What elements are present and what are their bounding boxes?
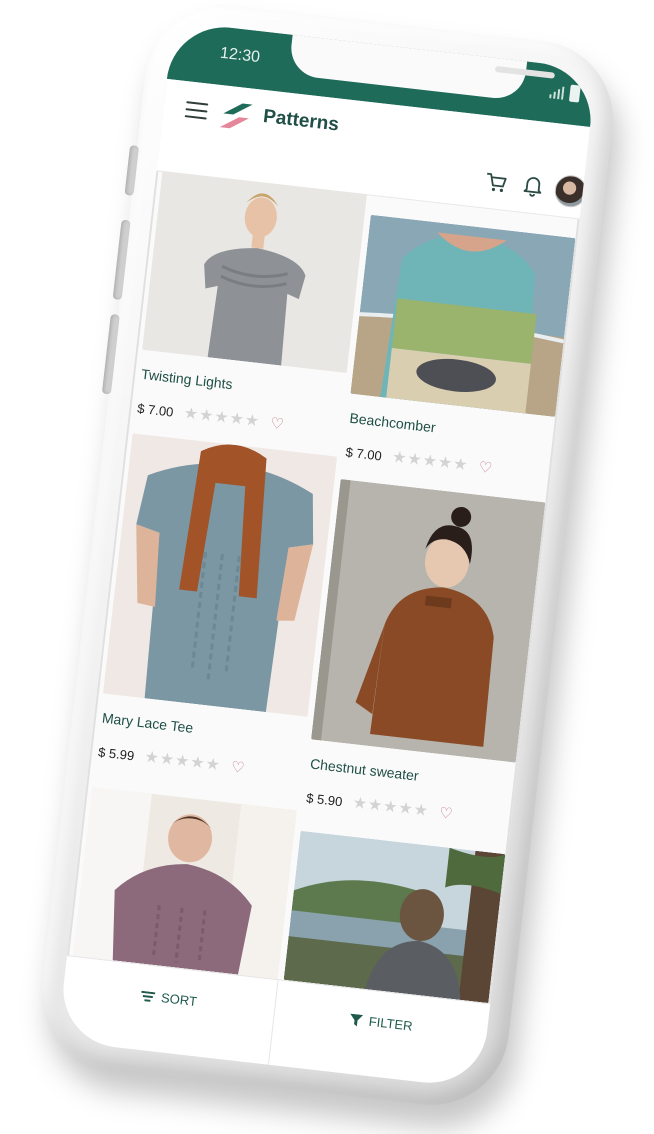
product-card[interactable] <box>72 786 297 980</box>
rating-stars: ★★★★★ <box>351 794 430 821</box>
product-title[interactable]: Twisting Lights <box>140 366 344 405</box>
phone-mockup-scene: 12:30 Patterns Twisting Lights $ 7.00 ★★… <box>0 0 654 1134</box>
heart-icon[interactable]: ♡ <box>230 758 245 777</box>
product-photo[interactable] <box>102 433 338 717</box>
phone-device: 12:30 Patterns Twisting Lights $ 7.00 ★★… <box>32 0 629 1134</box>
product-meta: $ 7.00 ★★★★★ ♡ <box>345 442 550 483</box>
rating-stars: ★★★★★ <box>182 404 261 431</box>
phone-frame: 12:30 Patterns Twisting Lights $ 7.00 ★★… <box>32 0 622 1114</box>
app-logo-icon <box>219 103 253 129</box>
signal-icon <box>549 86 565 100</box>
product-meta: $ 5.90 ★★★★★ ♡ <box>306 787 511 828</box>
filter-funnel-icon <box>350 1013 363 1026</box>
sort-label: SORT <box>160 990 198 1010</box>
product-title[interactable]: Beachcomber <box>349 410 553 449</box>
product-title[interactable]: Chestnut sweater <box>309 756 513 795</box>
notch <box>288 30 556 102</box>
mute-switch <box>124 145 140 196</box>
product-grid: Twisting Lights $ 7.00 ★★★★★ ♡ Beachcomb… <box>67 170 580 1004</box>
product-price: $ 7.00 <box>136 400 175 420</box>
product-card[interactable]: Twisting Lights $ 7.00 ★★★★★ ♡ <box>135 170 368 439</box>
product-meta: $ 7.00 ★★★★★ ♡ <box>137 398 342 439</box>
status-time: 12:30 <box>219 44 261 67</box>
app-screen: 12:30 Patterns Twisting Lights $ 7.00 ★★… <box>57 21 597 1089</box>
app-title: Patterns <box>262 106 340 136</box>
product-photo[interactable] <box>283 830 506 1004</box>
product-card[interactable]: Chestnut sweater $ 5.90 ★★★★★ ♡ <box>304 479 546 828</box>
product-photo[interactable] <box>142 170 368 374</box>
heart-icon[interactable]: ♡ <box>478 458 493 477</box>
hamburger-menu-icon[interactable] <box>184 101 209 120</box>
product-meta: $ 5.99 ★★★★★ ♡ <box>97 741 302 782</box>
product-price: $ 5.99 <box>97 743 136 763</box>
heart-icon[interactable]: ♡ <box>269 414 284 433</box>
filter-label: FILTER <box>368 1013 414 1034</box>
volume-up-button <box>112 219 131 301</box>
notification-bell-icon[interactable] <box>522 174 544 198</box>
rating-stars: ★★★★★ <box>391 448 470 475</box>
product-card[interactable] <box>283 830 506 1004</box>
sort-button-content: SORT <box>63 978 275 1018</box>
product-photo[interactable] <box>350 214 576 417</box>
battery-icon <box>568 84 581 103</box>
product-card[interactable]: Mary Lace Tee $ 5.99 ★★★★★ ♡ <box>95 433 338 782</box>
product-photo[interactable] <box>72 786 297 980</box>
rating-stars: ★★★★★ <box>143 748 222 775</box>
speaker-grille <box>494 65 556 79</box>
user-avatar[interactable] <box>553 173 589 209</box>
product-title[interactable]: Mary Lace Tee <box>101 710 305 749</box>
heart-icon[interactable]: ♡ <box>438 803 453 822</box>
product-photo[interactable] <box>311 479 546 763</box>
product-price: $ 7.00 <box>344 444 383 464</box>
cart-icon[interactable] <box>484 172 508 194</box>
filter-button-content: FILTER <box>274 1002 487 1042</box>
product-price: $ 5.90 <box>305 789 344 809</box>
sort-icon <box>141 990 156 1002</box>
volume-down-button <box>101 313 120 395</box>
product-card[interactable]: Beachcomber $ 7.00 ★★★★★ ♡ <box>343 214 576 483</box>
